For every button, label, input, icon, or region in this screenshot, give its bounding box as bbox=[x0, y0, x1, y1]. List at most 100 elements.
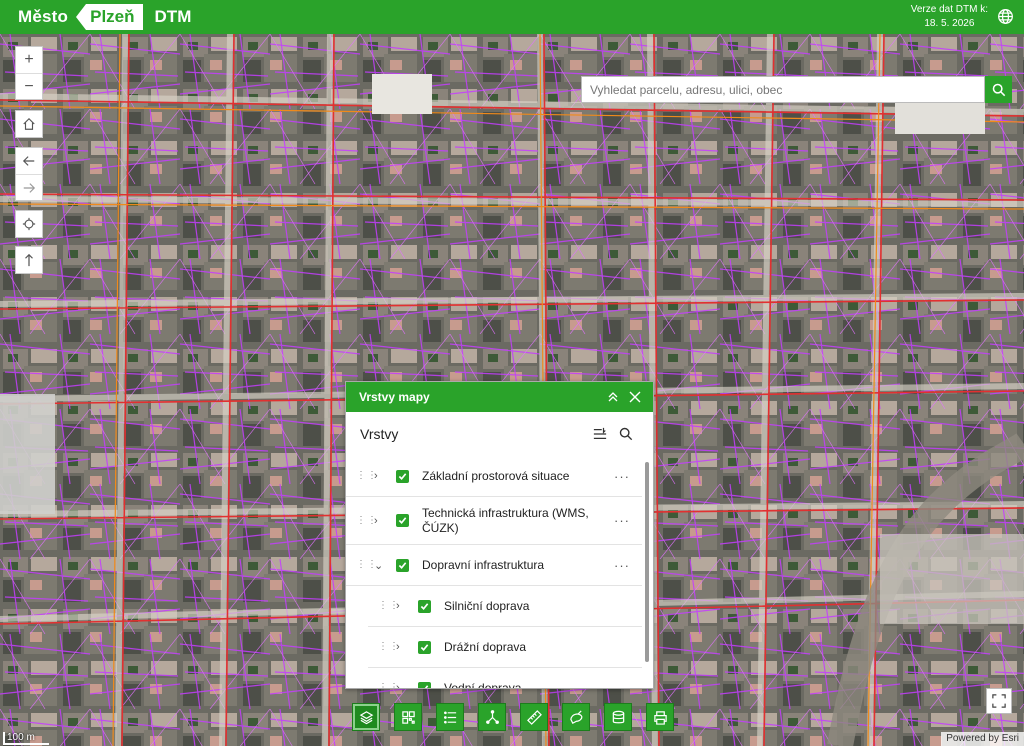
layer-row[interactable]: ⋮⋮ › Drážní doprava bbox=[368, 627, 642, 668]
chevron-right-icon[interactable]: › bbox=[374, 470, 386, 482]
layer-row[interactable]: ⋮⋮ › Silniční doprava bbox=[368, 586, 642, 627]
filter-list-icon[interactable] bbox=[593, 427, 607, 441]
next-extent-button[interactable] bbox=[16, 174, 42, 200]
layer-row[interactable]: ⋮⋮ ⌄ Dopravní infrastruktura ··· bbox=[346, 545, 642, 586]
layer-label: Vodní doprava bbox=[444, 680, 522, 689]
search-icon[interactable] bbox=[619, 427, 633, 441]
checkmark-icon bbox=[420, 643, 429, 651]
layer-label: Dopravní infrastruktura bbox=[422, 557, 545, 572]
drag-handle-icon[interactable]: ⋮⋮ bbox=[378, 601, 399, 611]
search-icon bbox=[992, 83, 1005, 96]
more-options-icon[interactable]: ··· bbox=[612, 513, 632, 528]
scale-bar: 100 m bbox=[3, 732, 49, 745]
layer-label: Drážní doprava bbox=[444, 639, 527, 654]
app-title: DTM bbox=[154, 7, 192, 26]
logo-plzen-text: Plzeň bbox=[86, 4, 143, 30]
ruler-icon bbox=[526, 709, 542, 725]
drag-handle-icon[interactable]: ⋮⋮ bbox=[356, 515, 377, 525]
version-date: 18. 5. 2026 bbox=[924, 18, 975, 29]
compass-control bbox=[15, 246, 43, 274]
layer-list: ⋮⋮ › Základní prostorová situace ··· ⋮⋮ › Tech… bbox=[346, 456, 642, 688]
bottom-toolbar bbox=[352, 703, 674, 731]
search-input[interactable] bbox=[581, 76, 985, 103]
layers-list-title: Vrstvy bbox=[360, 426, 399, 442]
locate-control bbox=[15, 210, 43, 238]
drag-handle-icon[interactable]: ⋮⋮ bbox=[356, 560, 377, 570]
layer-row[interactable]: ⋮⋮ › Základní prostorová situace ··· bbox=[346, 456, 642, 497]
home-control bbox=[15, 110, 43, 138]
fullscreen-button[interactable] bbox=[986, 688, 1012, 714]
ruler-button[interactable] bbox=[520, 703, 548, 731]
checkmark-icon bbox=[398, 472, 407, 480]
layer-label: Základní prostorová situace bbox=[422, 468, 570, 483]
database-button[interactable] bbox=[604, 703, 632, 731]
drag-handle-icon[interactable]: ⋮⋮ bbox=[378, 642, 399, 652]
legend-button[interactable] bbox=[436, 703, 464, 731]
layer-list-scrollbar[interactable] bbox=[645, 462, 649, 662]
draw-button[interactable] bbox=[562, 703, 590, 731]
layers-panel: Vrstvy mapy Vrstvy ⋮⋮ › Základní prostorov… bbox=[345, 381, 654, 689]
drag-handle-icon[interactable]: ⋮⋮ bbox=[356, 471, 377, 481]
layer-visibility-checkbox[interactable] bbox=[418, 681, 431, 688]
data-version-info: Verze dat DTM k: 18. 5. 2026 bbox=[911, 3, 988, 31]
checkmark-icon bbox=[398, 561, 407, 569]
layers-list-header: Vrstvy bbox=[346, 412, 653, 456]
previous-extent-button[interactable] bbox=[16, 148, 42, 174]
qr-grid-button[interactable] bbox=[394, 703, 422, 731]
compass-button[interactable] bbox=[16, 247, 42, 273]
globe-icon[interactable] bbox=[997, 8, 1014, 25]
chevron-right-icon[interactable]: › bbox=[396, 600, 408, 612]
layer-visibility-checkbox[interactable] bbox=[396, 558, 409, 572]
database-icon bbox=[612, 710, 624, 723]
logo-arrow-icon bbox=[76, 4, 87, 30]
layer-visibility-checkbox[interactable] bbox=[396, 514, 409, 527]
checkmark-icon bbox=[420, 602, 429, 610]
zoom-out-button[interactable]: − bbox=[16, 73, 42, 99]
arrow-right-icon bbox=[23, 182, 36, 193]
measure-icon bbox=[485, 709, 499, 724]
layers-icon bbox=[359, 710, 373, 724]
checkmark-icon bbox=[421, 684, 429, 688]
legend-list-icon bbox=[443, 710, 456, 724]
chevron-right-icon[interactable]: › bbox=[374, 515, 386, 527]
layer-visibility-checkbox[interactable] bbox=[396, 469, 409, 483]
more-options-icon[interactable]: ··· bbox=[612, 558, 632, 573]
app-header: Město Plzeň DTM Verze dat DTM k: 18. 5. … bbox=[0, 0, 1024, 34]
collapse-icon[interactable] bbox=[607, 391, 619, 403]
fullscreen-icon bbox=[992, 694, 1006, 708]
version-label: Verze dat DTM k: bbox=[910, 4, 988, 15]
chevron-right-icon[interactable]: › bbox=[396, 641, 408, 653]
layer-label: Technická infrastruktura (WMS, ČÚZK) bbox=[422, 505, 589, 535]
arrow-left-icon bbox=[22, 156, 35, 166]
print-button[interactable] bbox=[646, 703, 674, 731]
chevron-right-icon[interactable]: › bbox=[396, 682, 408, 688]
zoom-in-button[interactable]: + bbox=[16, 47, 42, 73]
zoom-controls: + − bbox=[15, 46, 43, 100]
qr-grid-icon bbox=[401, 710, 415, 724]
layer-visibility-checkbox[interactable] bbox=[418, 640, 431, 654]
logo-mesto-text: Město bbox=[18, 7, 69, 26]
home-button[interactable] bbox=[16, 111, 42, 137]
layer-row[interactable]: ⋮⋮ › Technická infrastruktura (WMS, ČÚZK) ·… bbox=[346, 497, 642, 545]
attribution[interactable]: Powered by Esri bbox=[941, 732, 1024, 746]
edit-draw-icon bbox=[569, 710, 582, 724]
search-button[interactable] bbox=[985, 76, 1012, 103]
chevron-down-icon[interactable]: ⌄ bbox=[374, 559, 386, 572]
home-icon bbox=[23, 117, 35, 130]
logo-plzen-badge: Plzeň bbox=[76, 4, 143, 30]
locate-button[interactable] bbox=[16, 211, 42, 237]
drag-handle-icon[interactable]: ⋮⋮ bbox=[378, 683, 399, 689]
layer-label: Silniční doprava bbox=[444, 598, 530, 613]
layers-button[interactable] bbox=[352, 703, 380, 731]
north-arrow-icon bbox=[25, 253, 33, 267]
layers-panel-header: Vrstvy mapy bbox=[346, 382, 653, 412]
city-logo[interactable]: Město Plzeň DTM bbox=[18, 4, 191, 30]
crosshair-icon bbox=[22, 217, 36, 231]
history-controls bbox=[15, 147, 43, 201]
checkmark-icon bbox=[398, 517, 407, 524]
more-options-icon[interactable]: ··· bbox=[612, 469, 632, 484]
layer-row[interactable]: ⋮⋮ › Vodní doprava bbox=[368, 668, 642, 688]
measure-button[interactable] bbox=[478, 703, 506, 731]
layer-visibility-checkbox[interactable] bbox=[418, 599, 431, 613]
close-icon[interactable] bbox=[629, 391, 641, 403]
